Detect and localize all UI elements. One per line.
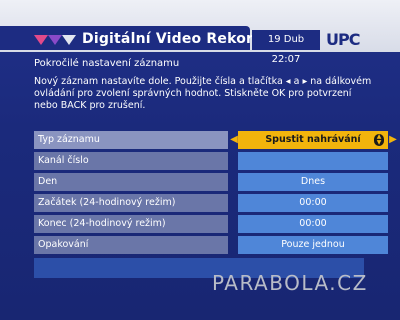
setting-value-channel[interactable]: [238, 152, 388, 170]
dvr-logo-icon: [34, 35, 76, 45]
header: Digitální Video Rekordér 19 Dub 22:07 UP…: [0, 0, 400, 65]
setting-value-start[interactable]: 00:00: [238, 194, 388, 212]
setting-label: Konec (24-hodinový režim): [34, 215, 228, 233]
setting-label: Den: [34, 173, 228, 191]
app-title: Digitální Video Rekordér: [82, 31, 281, 47]
setting-value-recording-type[interactable]: Spustit nahrávání ▲ ▼: [238, 131, 388, 149]
setting-label: Typ záznamu: [34, 131, 228, 149]
setting-label: Začátek (24-hodinový režim): [34, 194, 228, 212]
up-down-icon: ▲ ▼: [374, 134, 384, 146]
brand-logo: UPC: [326, 30, 360, 49]
setting-value-text: Spustit nahrávání: [265, 134, 361, 145]
setting-row-end[interactable]: Konec (24-hodinový režim) 00:00: [34, 215, 388, 233]
setting-row-repeat[interactable]: Opakování Pouze jednou: [34, 236, 388, 254]
dvr-screen: Digitální Video Rekordér 19 Dub 22:07 UP…: [0, 0, 400, 320]
setting-value-end[interactable]: 00:00: [238, 215, 388, 233]
watermark: PARABOLA.CZ: [212, 271, 368, 295]
setting-label: Kanál číslo: [34, 152, 228, 170]
setting-row-recording-type[interactable]: Typ záznamu ◀ Spustit nahrávání ▲ ▼ ▶: [34, 131, 397, 149]
instructions-text: Nový záznam nastavíte dole. Použijte čís…: [34, 76, 372, 111]
setting-value-day[interactable]: Dnes: [238, 173, 388, 191]
setting-row-start[interactable]: Začátek (24-hodinový režim) 00:00: [34, 194, 388, 212]
setting-row-day[interactable]: Den Dnes: [34, 173, 388, 191]
settings-list: Typ záznamu ◀ Spustit nahrávání ▲ ▼ ▶ Kan…: [34, 131, 397, 257]
arrow-right-icon[interactable]: ▶: [389, 131, 397, 149]
arrow-left-icon[interactable]: ◀: [230, 131, 238, 149]
page-subtitle: Pokročilé nastavení záznamu: [34, 58, 180, 69]
date-time: 19 Dub 22:07: [252, 30, 320, 65]
setting-row-channel[interactable]: Kanál číslo: [34, 152, 388, 170]
setting-label: Opakování: [34, 236, 228, 254]
setting-value-repeat[interactable]: Pouze jednou: [238, 236, 388, 254]
